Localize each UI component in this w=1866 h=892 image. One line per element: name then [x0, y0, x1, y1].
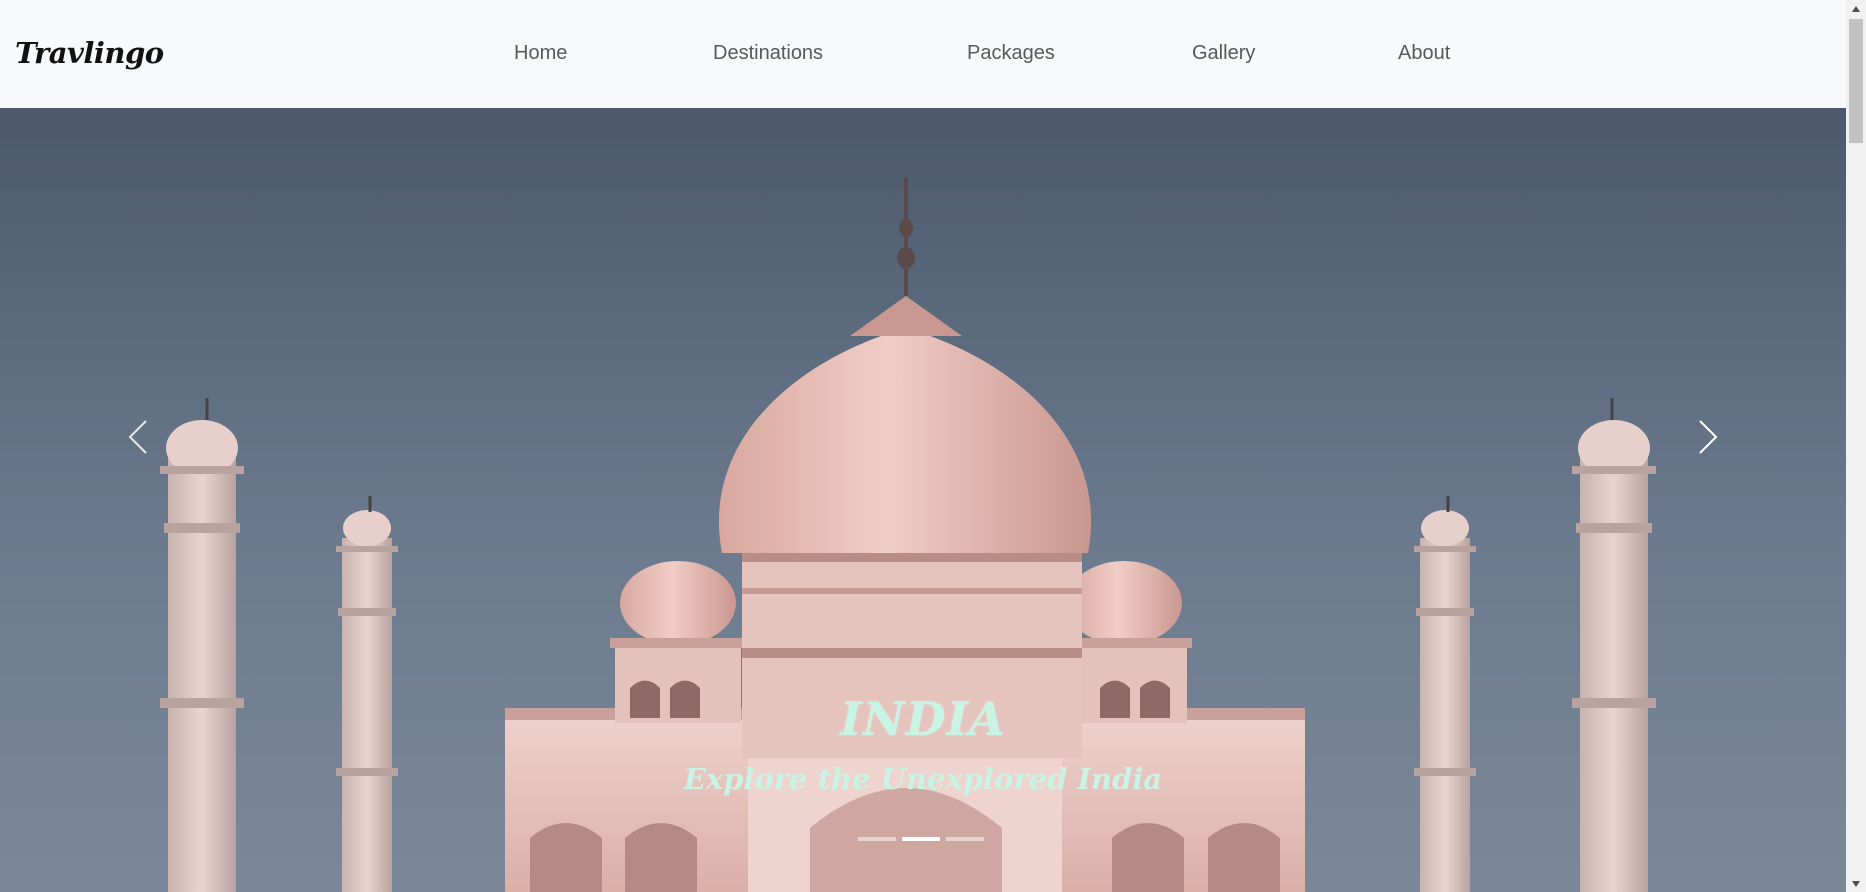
- nav-link-packages[interactable]: Packages: [967, 42, 1055, 65]
- hero-carousel: INDIA Explore the Unexplored India: [0, 108, 1846, 892]
- nav-link-gallery[interactable]: Gallery: [1192, 42, 1255, 65]
- carousel-caption-title: INDIA: [840, 692, 1006, 746]
- vertical-scrollbar[interactable]: [1846, 0, 1866, 892]
- carousel-indicator-3[interactable]: [946, 837, 984, 841]
- chevron-left-icon: [128, 420, 147, 454]
- nav-link-destinations[interactable]: Destinations: [713, 42, 823, 65]
- nav-link-about[interactable]: About: [1398, 42, 1450, 65]
- carousel-caption-subtitle: Explore the Unexplored India: [683, 762, 1163, 796]
- triangle-up-icon: [1852, 5, 1860, 12]
- nav-link-home[interactable]: Home: [514, 42, 567, 65]
- carousel-prev-button[interactable]: [118, 409, 158, 465]
- chevron-right-icon: [1699, 420, 1718, 454]
- navbar: Travlingo Home Destinations Packages Gal…: [0, 0, 1846, 108]
- carousel-indicator-2[interactable]: [902, 837, 940, 841]
- page: Travlingo Home Destinations Packages Gal…: [0, 0, 1846, 892]
- carousel-indicators: [858, 837, 984, 841]
- scroll-up-button[interactable]: [1846, 0, 1866, 17]
- nav-links: Home Destinations Packages Gallery About: [0, 0, 1846, 108]
- minaret-left-outer: [160, 398, 244, 892]
- scroll-thumb[interactable]: [1849, 19, 1863, 143]
- minaret-right-outer: [1572, 398, 1656, 892]
- scroll-down-button[interactable]: [1846, 875, 1866, 892]
- carousel-next-button[interactable]: [1688, 409, 1728, 465]
- triangle-down-icon: [1852, 880, 1860, 887]
- carousel-indicator-1[interactable]: [858, 837, 896, 841]
